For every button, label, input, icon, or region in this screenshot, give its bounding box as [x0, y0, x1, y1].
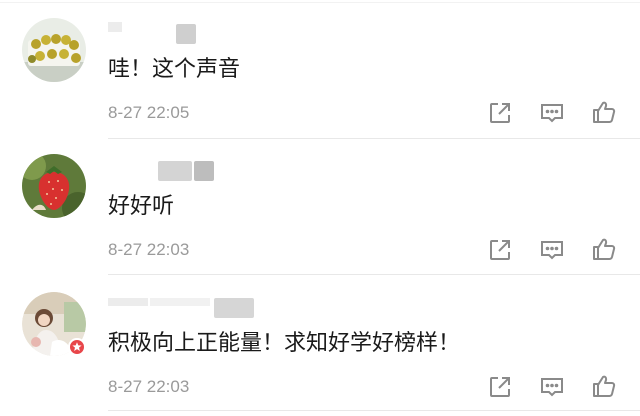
like-icon[interactable]: [591, 99, 617, 125]
username-redacted[interactable]: [108, 159, 218, 181]
like-icon[interactable]: [591, 373, 617, 399]
timestamp: 8-27 22:03: [108, 377, 190, 396]
reply-icon[interactable]: [539, 374, 565, 400]
lemon-cakes-avatar-icon: [22, 18, 86, 82]
bottom-divider: [108, 410, 640, 411]
comment-item: 好好听 8-27 22:03: [0, 137, 640, 275]
share-icon[interactable]: [487, 237, 513, 263]
comment-item: 积极向上正能量！求知好学好榜样！ 8-27 22:03: [0, 274, 640, 410]
comment-text: 好好听: [108, 194, 175, 219]
like-icon[interactable]: [591, 236, 617, 262]
share-icon[interactable]: [487, 374, 513, 400]
timestamp: 8-27 22:03: [108, 240, 190, 259]
avatar[interactable]: [22, 292, 86, 356]
reply-icon[interactable]: [539, 237, 565, 263]
username-redacted[interactable]: [108, 22, 198, 44]
comment-item: 哇！这个声音 8-27 22:05: [0, 0, 640, 139]
reply-icon[interactable]: [539, 100, 565, 126]
comment-text: 积极向上正能量！求知好学好榜样！: [108, 331, 461, 356]
strawberry-avatar-icon: [22, 154, 86, 218]
username-redacted[interactable]: [108, 296, 258, 318]
avatar[interactable]: [22, 18, 86, 82]
verified-badge-icon: [68, 338, 86, 356]
comment-text: 哇！这个声音: [108, 57, 241, 82]
share-icon[interactable]: [487, 100, 513, 126]
avatar[interactable]: [22, 154, 86, 218]
timestamp: 8-27 22:05: [108, 103, 190, 122]
